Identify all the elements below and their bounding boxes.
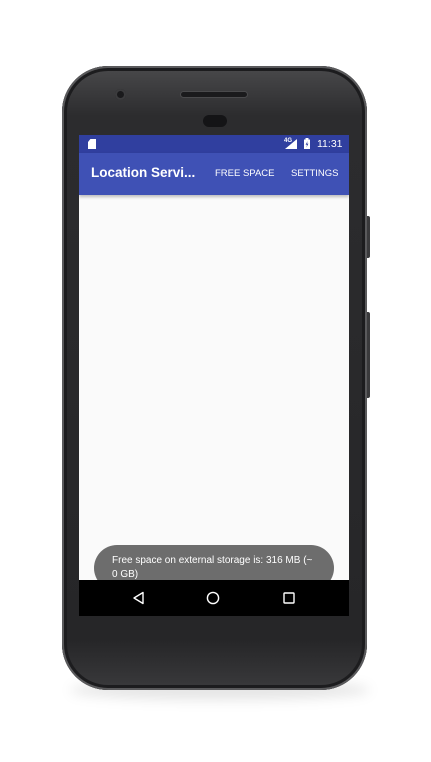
volume-button xyxy=(367,312,370,398)
earpiece-speaker xyxy=(181,92,247,97)
status-time: 11:31 xyxy=(317,138,343,150)
proximity-sensor xyxy=(203,115,227,127)
front-camera xyxy=(115,89,126,100)
home-icon[interactable] xyxy=(206,591,220,605)
signal-icon xyxy=(285,139,297,149)
app-toolbar: Location Servi... FREE SPACE SETTINGS xyxy=(79,153,349,195)
toast-text: Free space on external storage is: 316 M… xyxy=(112,555,313,580)
app-title: Location Servi... xyxy=(91,165,196,180)
recents-icon[interactable] xyxy=(282,591,296,605)
power-button xyxy=(367,216,370,258)
free-space-button[interactable]: FREE SPACE xyxy=(215,168,274,179)
phone-screen: 4G 11:31 Location Servi... FREE SPACE SE… xyxy=(79,135,349,616)
settings-button[interactable]: SETTINGS xyxy=(291,168,339,179)
back-icon[interactable] xyxy=(132,591,146,605)
device-stage: 4G 11:31 Location Servi... FREE SPACE SE… xyxy=(0,0,431,762)
sd-card-icon xyxy=(88,139,96,149)
main-content: Free space on external storage is: 316 M… xyxy=(79,195,349,591)
status-bar: 4G 11:31 xyxy=(79,135,349,153)
navigation-bar xyxy=(79,580,349,616)
battery-icon xyxy=(304,138,310,149)
